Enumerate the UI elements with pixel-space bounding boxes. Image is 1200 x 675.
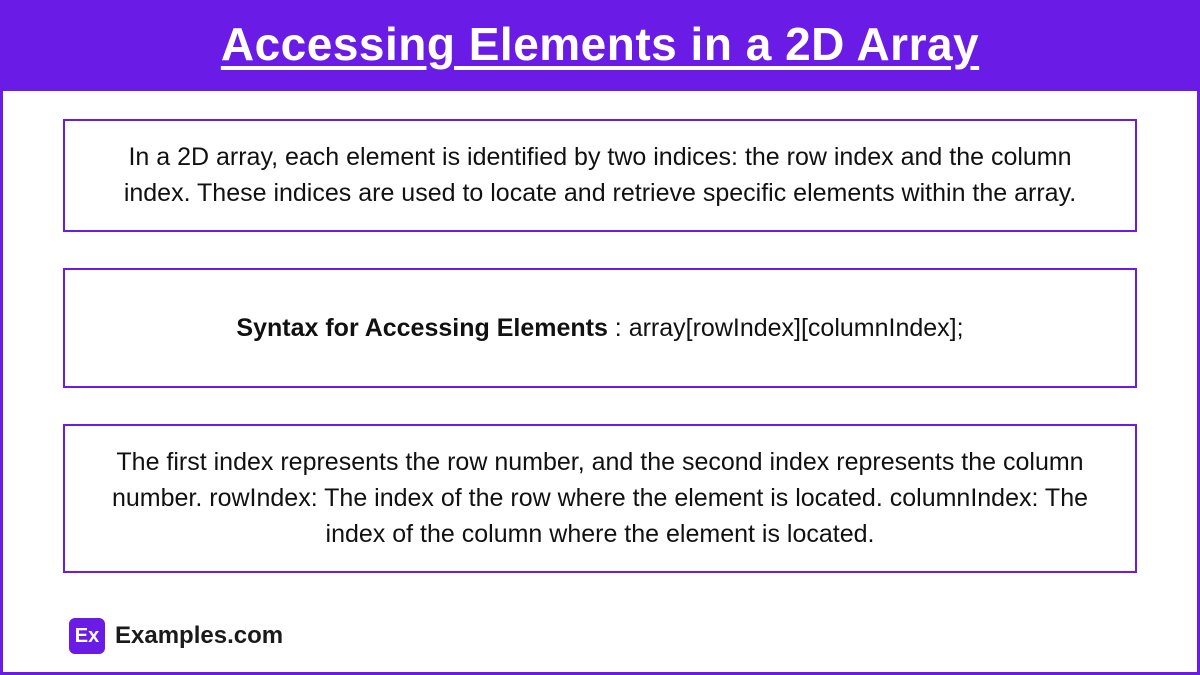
logo-icon: Ex — [69, 618, 105, 654]
syntax-code: : array[rowIndex][columnIndex]; — [608, 314, 964, 342]
detail-text: The first index represents the row numbe… — [112, 448, 1088, 549]
main-container: Accessing Elements in a 2D Array In a 2D… — [0, 0, 1200, 675]
footer-brand: Ex Examples.com — [69, 618, 283, 654]
page-title: Accessing Elements in a 2D Array — [13, 17, 1187, 71]
intro-box: In a 2D array, each element is identifie… — [63, 119, 1137, 232]
header: Accessing Elements in a 2D Array — [3, 3, 1197, 91]
intro-text: In a 2D array, each element is identifie… — [124, 143, 1076, 207]
content-area: In a 2D array, each element is identifie… — [3, 91, 1197, 672]
detail-box: The first index represents the row numbe… — [63, 424, 1137, 573]
brand-name: Examples.com — [115, 622, 283, 650]
syntax-box: Syntax for Accessing Elements : array[ro… — [63, 268, 1137, 388]
syntax-label: Syntax for Accessing Elements — [236, 314, 607, 342]
logo-text: Ex — [75, 625, 99, 648]
